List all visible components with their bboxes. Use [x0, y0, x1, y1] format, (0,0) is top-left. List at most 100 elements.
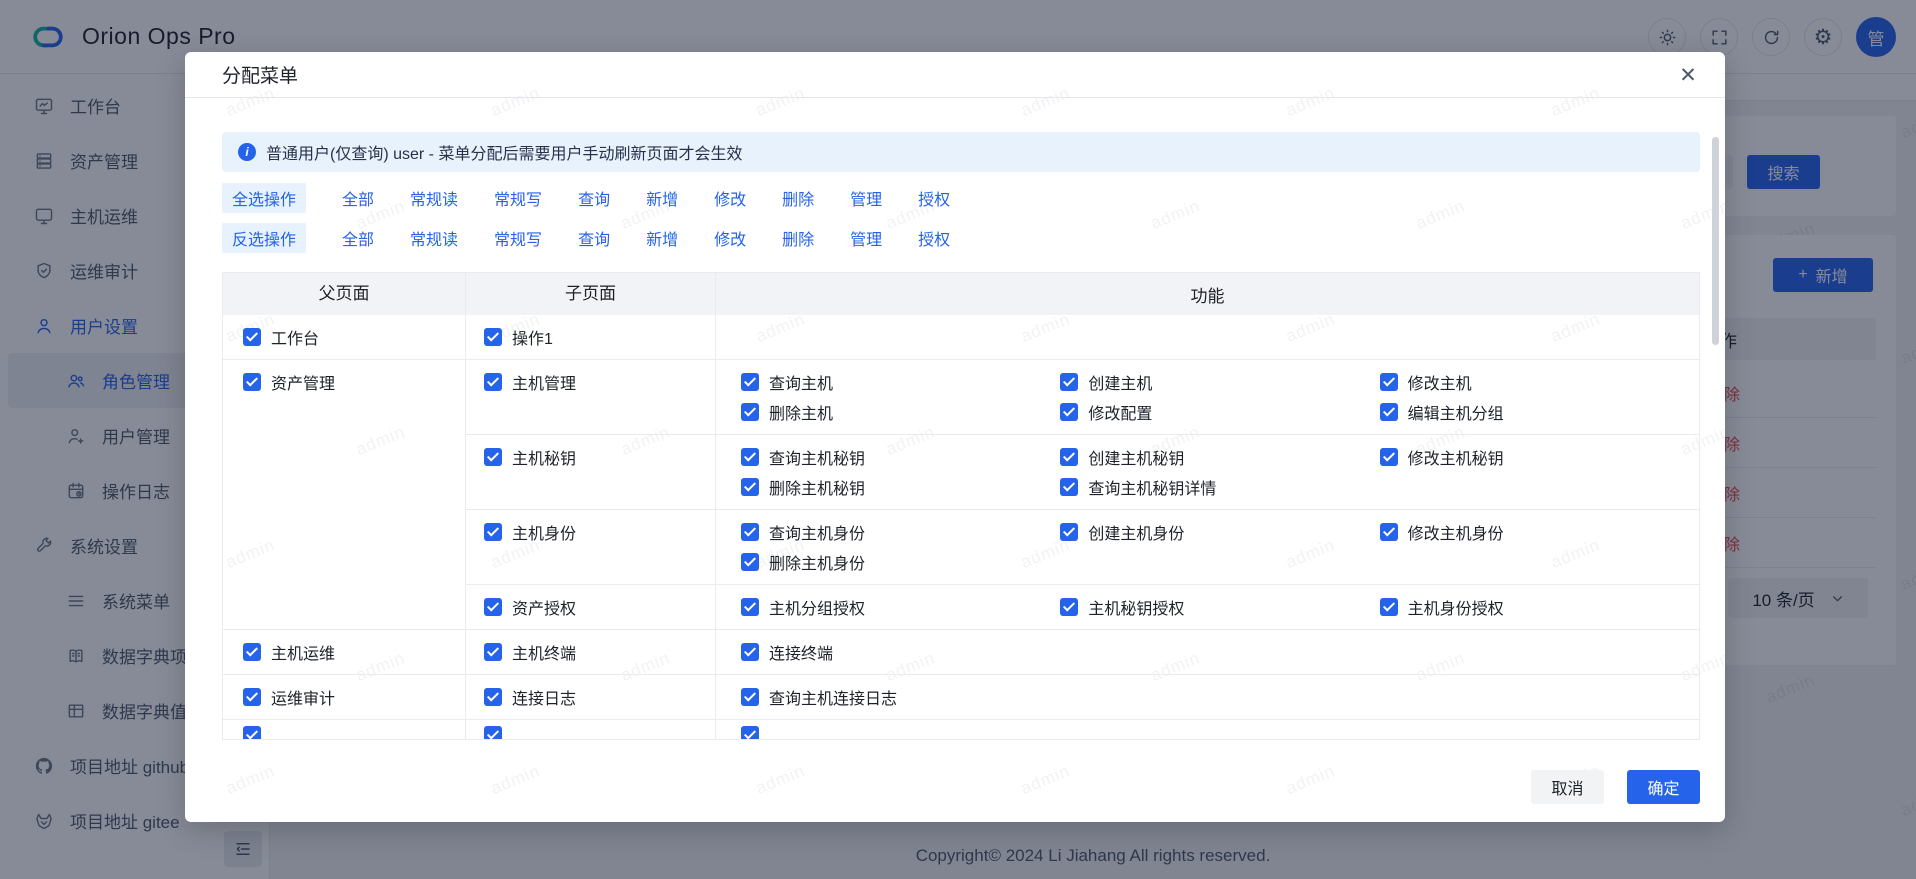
sub-page-cell: 主机秘钥 [466, 435, 716, 509]
checkbox[interactable] [243, 328, 261, 346]
sub-page-cell: 主机身份 [466, 510, 716, 584]
parent-page-cell: 主机运维 [223, 630, 466, 674]
checkbox[interactable] [741, 598, 759, 616]
checkbox-item: 主机运维 [243, 637, 465, 667]
filter-link-1-9[interactable]: 授权 [918, 186, 950, 210]
filter-link-1-3[interactable]: 常规写 [494, 186, 542, 210]
scrollbar-thumb[interactable] [1712, 137, 1719, 345]
checkbox[interactable] [741, 523, 759, 541]
sub-page-cell: 主机终端 [466, 630, 716, 674]
checkbox-label: 查询主机秘钥详情 [1088, 475, 1216, 499]
filter-link-1-5[interactable]: 新增 [646, 186, 678, 210]
filter-link-1-6[interactable]: 修改 [714, 186, 746, 210]
checkbox-label: 资产管理 [271, 370, 335, 394]
checkbox-label: 主机运维 [271, 640, 335, 664]
confirm-button[interactable]: 确定 [1627, 770, 1700, 804]
checkbox[interactable] [741, 403, 759, 421]
checkbox[interactable] [484, 598, 502, 616]
checkbox[interactable] [243, 726, 261, 739]
checkbox[interactable] [1380, 403, 1398, 421]
filter-link-1-4[interactable]: 查询 [578, 186, 610, 210]
filter-link-1-7[interactable]: 删除 [782, 186, 814, 210]
checkbox-label: 操作1 [512, 325, 553, 349]
filter-link-2-9[interactable]: 授权 [918, 226, 950, 250]
checkbox[interactable] [1060, 598, 1078, 616]
checkbox[interactable] [1060, 478, 1078, 496]
filter-link-2-6[interactable]: 修改 [714, 226, 746, 250]
checkbox[interactable] [484, 726, 502, 739]
filter-link-2-2[interactable]: 常规读 [410, 226, 458, 250]
checkbox-label: 修改主机 [1408, 370, 1472, 394]
filter-link-1-2[interactable]: 常规读 [410, 186, 458, 210]
checkbox[interactable] [243, 643, 261, 661]
filter-link-2-7[interactable]: 删除 [782, 226, 814, 250]
checkbox-label: 主机秘钥授权 [1088, 595, 1184, 619]
sub-rows: 主机管理查询主机创建主机修改主机删除主机修改配置编辑主机分组主机秘钥查询主机秘钥… [466, 360, 1699, 629]
checkbox[interactable] [484, 523, 502, 541]
checkbox-label: 修改配置 [1088, 400, 1152, 424]
checkbox[interactable] [741, 726, 759, 739]
filter-link-2-5[interactable]: 新增 [646, 226, 678, 250]
checkbox[interactable] [741, 643, 759, 661]
filter-link-1-1[interactable]: 全部 [342, 186, 374, 210]
checkbox[interactable] [1060, 448, 1078, 466]
checkbox[interactable] [1380, 523, 1398, 541]
checkbox-label: 查询主机身份 [769, 520, 865, 544]
checkbox-item: 查询主机连接日志 [741, 682, 1060, 712]
checkbox-item: 连接日志 [484, 682, 715, 712]
close-icon[interactable]: ✕ [1675, 62, 1701, 88]
checkbox[interactable] [243, 373, 261, 391]
checkbox-label: 连接日志 [512, 685, 576, 709]
checkbox-item: 修改主机身份 [1380, 517, 1699, 547]
select-all-operations-chip[interactable]: 全选操作 [222, 183, 306, 213]
checkbox[interactable] [243, 688, 261, 706]
checkbox-label: 删除主机身份 [769, 550, 865, 574]
filter-link-1-8[interactable]: 管理 [850, 186, 882, 210]
checkbox[interactable] [1380, 373, 1398, 391]
sub-page-cell: 资产授权 [466, 585, 716, 629]
filter-link-2-8[interactable]: 管理 [850, 226, 882, 250]
checkbox[interactable] [741, 553, 759, 571]
checkbox[interactable] [1060, 373, 1078, 391]
checkbox[interactable] [741, 688, 759, 706]
checkbox[interactable] [484, 373, 502, 391]
checkbox[interactable] [484, 643, 502, 661]
checkbox-item: 修改配置 [1060, 397, 1379, 427]
checkbox-item: 查询主机秘钥 [741, 442, 1060, 472]
filter-link-2-1[interactable]: 全部 [342, 226, 374, 250]
checkbox[interactable] [741, 373, 759, 391]
checkbox[interactable] [1060, 403, 1078, 421]
clipped-table-row [223, 719, 1699, 739]
checkbox-label: 主机秘钥 [512, 445, 576, 469]
filter-link-2-3[interactable]: 常规写 [494, 226, 542, 250]
invert-operations-chip[interactable]: 反选操作 [222, 223, 306, 253]
checkbox-label: 资产授权 [512, 595, 576, 619]
watermark-text: admin [753, 761, 808, 799]
checkbox[interactable] [741, 448, 759, 466]
checkbox[interactable] [484, 448, 502, 466]
checkbox[interactable] [484, 688, 502, 706]
cancel-button[interactable]: 取消 [1531, 770, 1604, 804]
checkbox[interactable] [484, 328, 502, 346]
assign-menu-modal: adminadminadminadminadminadminadminadmin… [185, 52, 1725, 822]
checkbox-item: 主机秘钥授权 [1060, 592, 1379, 622]
watermark-text: admin [1283, 761, 1338, 799]
checkbox[interactable] [741, 478, 759, 496]
filter-link-2-4[interactable]: 查询 [578, 226, 610, 250]
checkbox[interactable] [1380, 598, 1398, 616]
table-row: 操作1 [466, 315, 1699, 359]
watermark-text: admin [488, 761, 543, 799]
checkbox-label: 主机管理 [512, 370, 576, 394]
checkbox-label: 修改主机秘钥 [1408, 445, 1504, 469]
checkbox-item: 工作台 [243, 322, 465, 352]
permission-table: 父页面 子页面 功能 工作台操作1资产管理主机管理查询主机创建主机修改主机删除主… [222, 272, 1700, 740]
table-row: 主机身份查询主机身份创建主机身份修改主机身份删除主机身份 [466, 509, 1699, 584]
checkbox-item: 主机身份 [484, 517, 715, 547]
checkbox-item: 创建主机秘钥 [1060, 442, 1379, 472]
checkbox-item: 修改主机 [1380, 367, 1699, 397]
checkbox[interactable] [1060, 523, 1078, 541]
checkbox-item: 编辑主机分组 [1380, 397, 1699, 427]
parent-page-cell: 资产管理 [223, 360, 466, 629]
table-row: 主机终端连接终端 [466, 630, 1699, 674]
checkbox[interactable] [1380, 448, 1398, 466]
